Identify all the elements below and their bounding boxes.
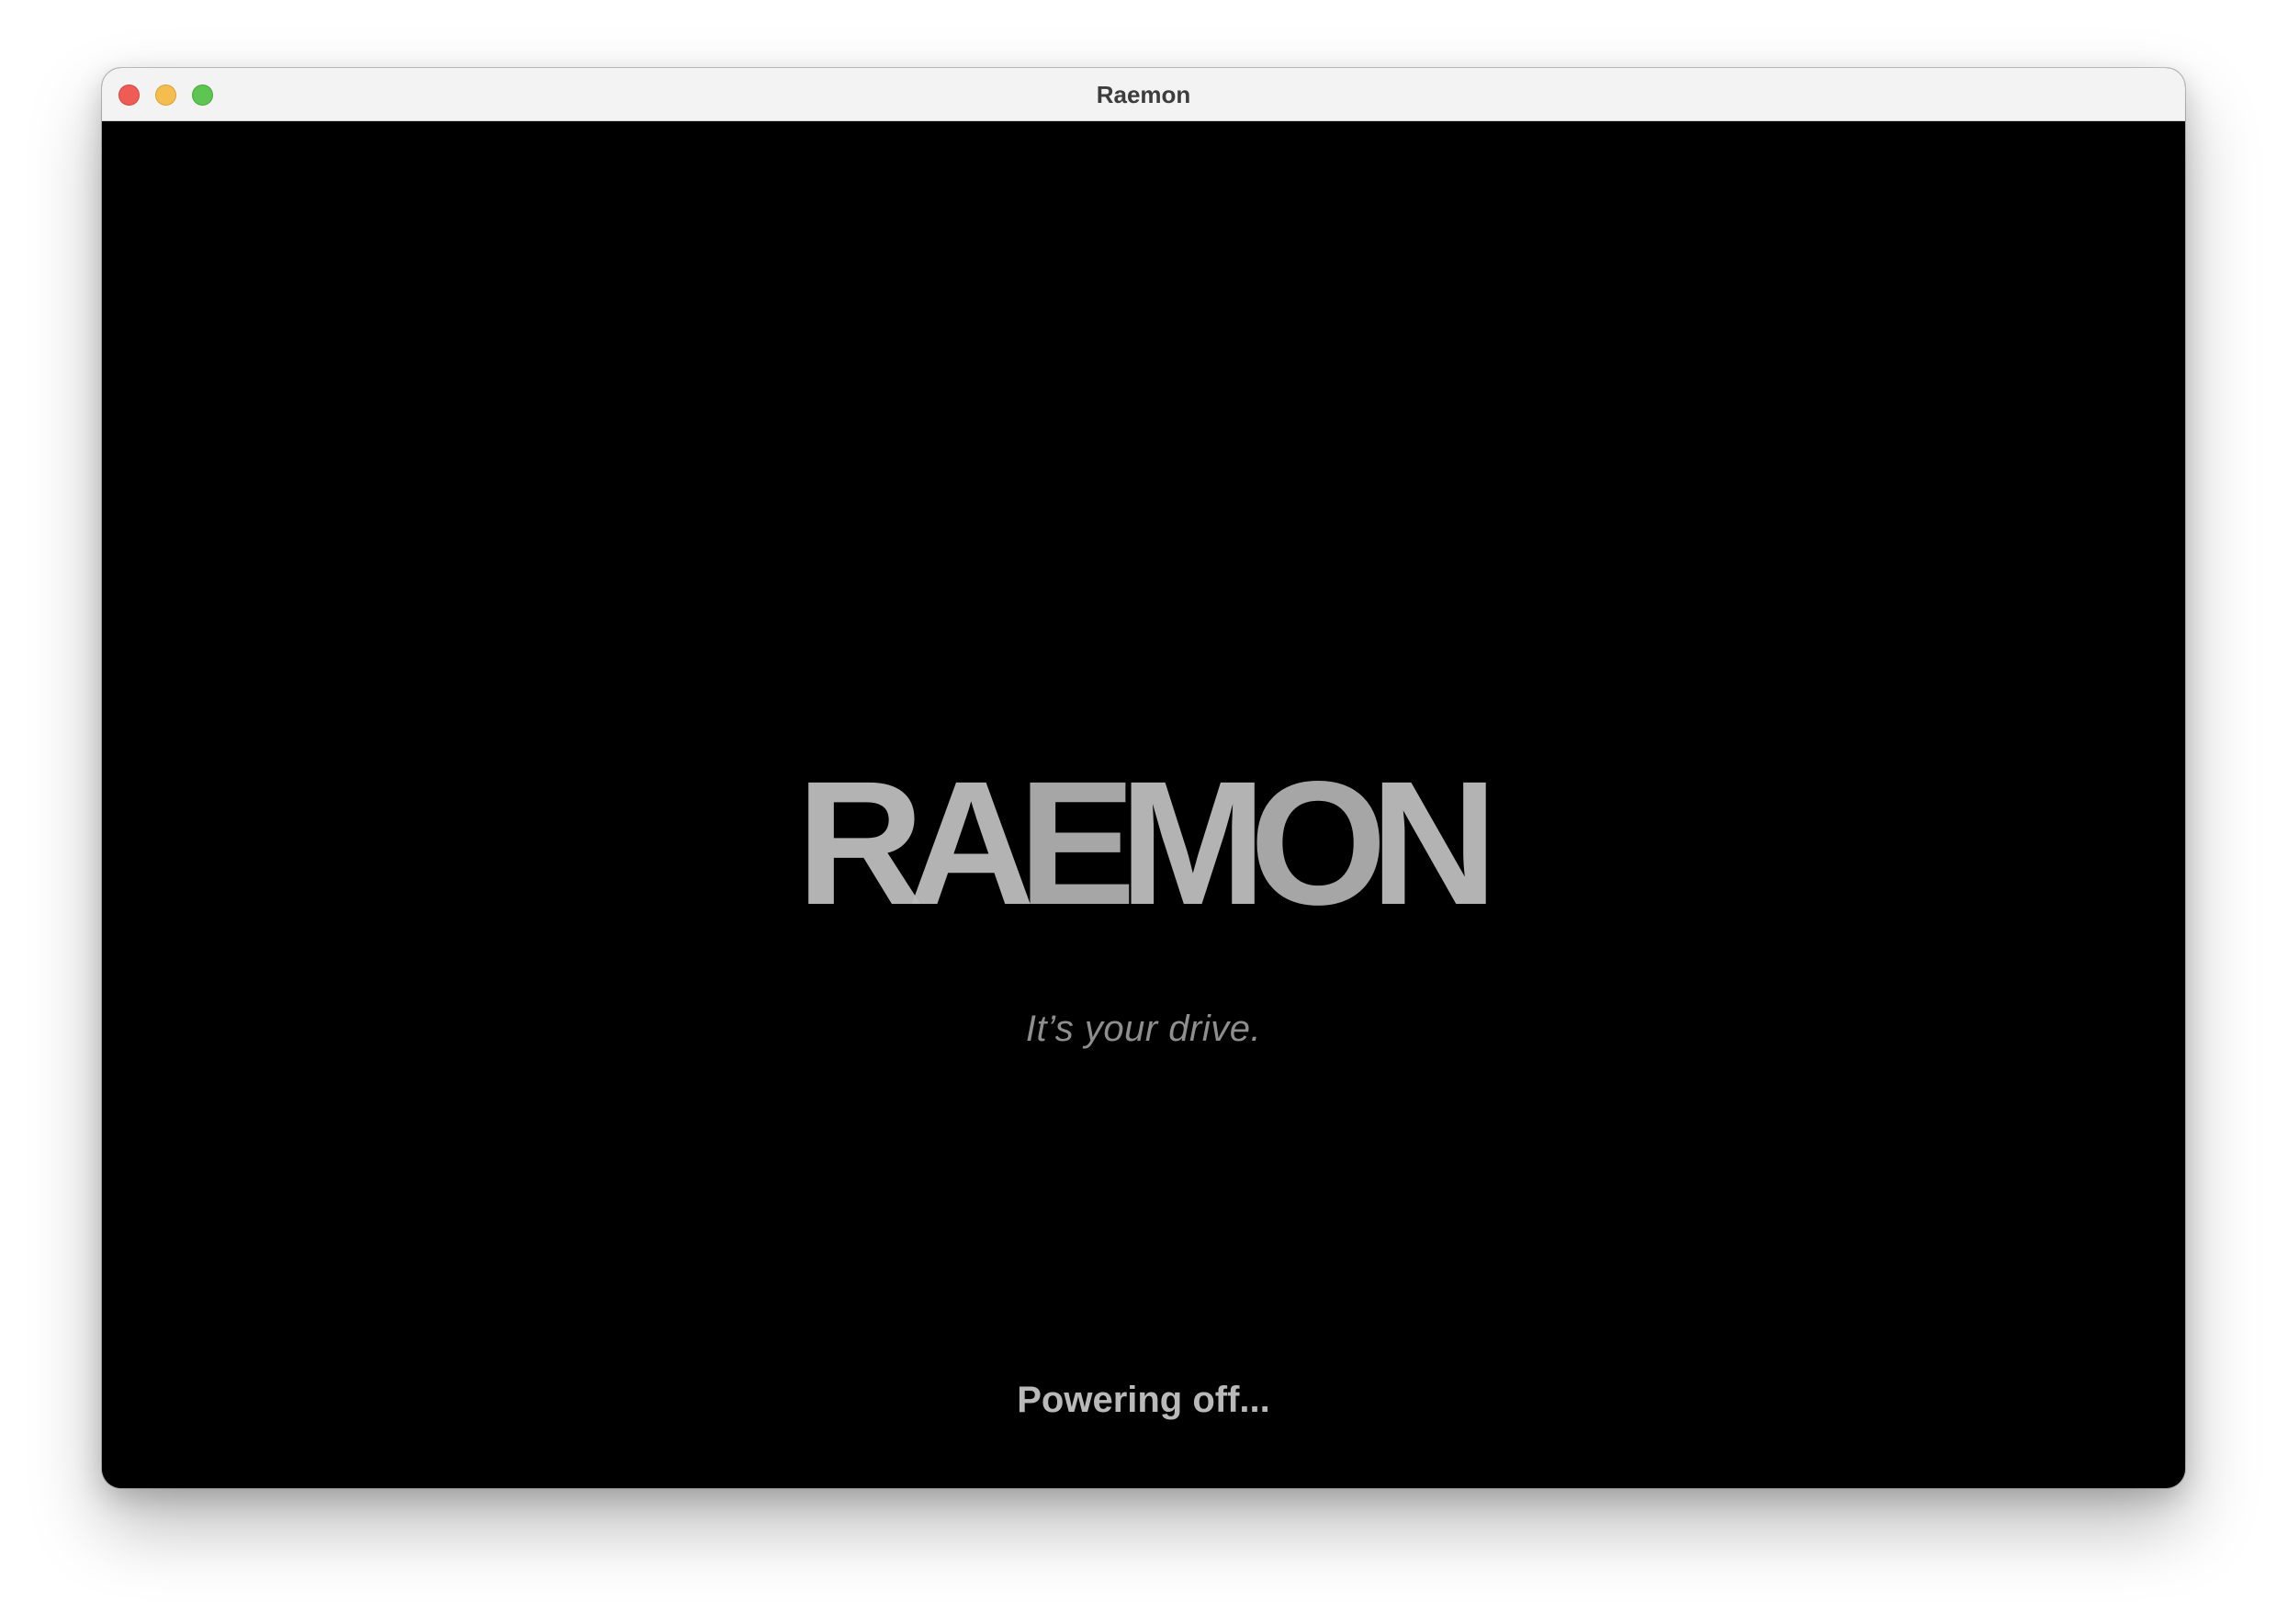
title-bar[interactable]: Raemon xyxy=(102,68,2185,121)
logo-letter: M xyxy=(1119,744,1267,942)
logo-letter: O xyxy=(1249,744,1387,942)
logo-letter: N xyxy=(1370,744,1498,942)
logo-letter: A xyxy=(907,744,1035,942)
status-message: Powering off... xyxy=(1017,1380,1270,1420)
logo-letter: E xyxy=(1018,744,1136,942)
logo-letter: R xyxy=(796,744,924,942)
tagline: It’s your drive. xyxy=(1025,1009,1262,1049)
splash-screen: RAEMON It’s your drive. Powering off... xyxy=(102,121,2185,1488)
raemon-logo: RAEMON xyxy=(102,755,2185,931)
window-title: Raemon xyxy=(1096,81,1191,108)
app-window: Raemon RAEMON It’s your drive. Powering … xyxy=(102,68,2185,1488)
